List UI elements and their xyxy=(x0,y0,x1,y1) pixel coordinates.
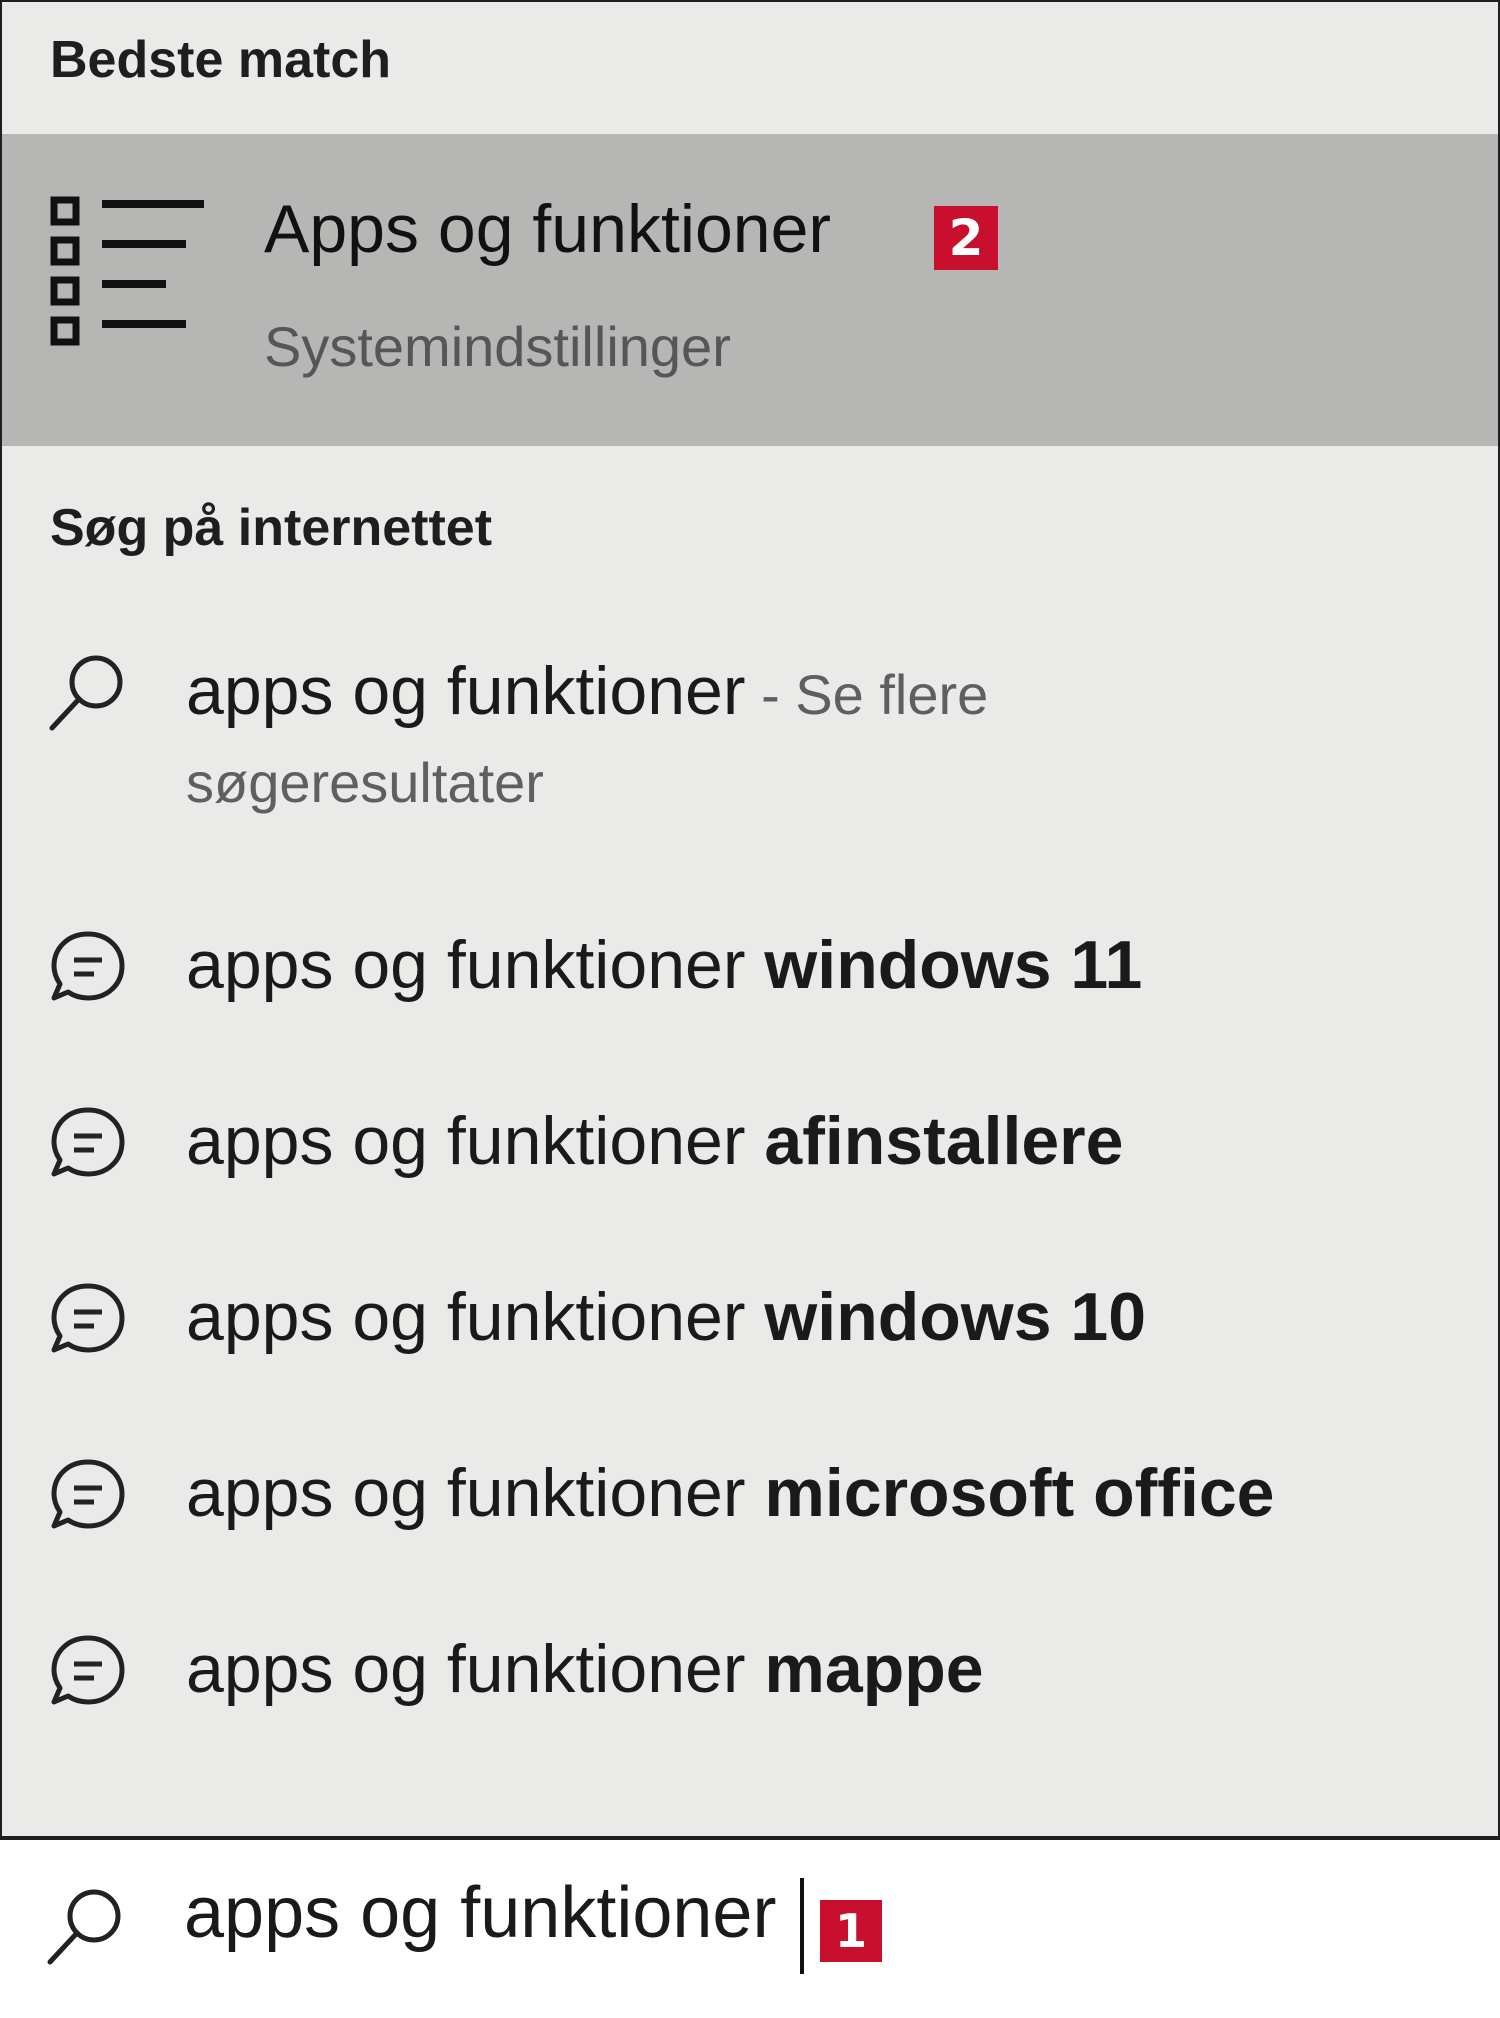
suggestion-bold: windows 10 xyxy=(764,1279,1147,1355)
best-match-item[interactable]: Apps og funktioner 2 Systemindstillinger xyxy=(2,134,1498,446)
suggestion-item[interactable]: apps og funktioner windows 10 xyxy=(2,1254,1498,1374)
step-marker-2: 2 xyxy=(934,206,998,270)
suggestion-text: apps og funktioner windows 11 xyxy=(186,926,1142,1004)
best-match-title: Apps og funktioner xyxy=(264,191,832,267)
suggestion-text: apps og funktioner mappe xyxy=(186,1630,984,1708)
suggestion-text: apps og funktioner microsoft office xyxy=(186,1454,1274,1532)
search-results-panel: Bedste match Apps og funktioner 2 System… xyxy=(0,0,1500,2018)
suggestion-bold: microsoft office xyxy=(764,1455,1275,1531)
chat-bubble-icon xyxy=(51,1283,125,1353)
text-caret xyxy=(800,1878,804,1974)
chat-bubble-icon xyxy=(51,931,125,1001)
suggestion-bold: afinstallere xyxy=(764,1103,1124,1179)
suggestion-item[interactable]: apps og funktioner windows 11 xyxy=(2,902,1498,1022)
step-marker-1: 1 xyxy=(820,1900,882,1962)
suggestion-item[interactable]: apps og funktioner mappe xyxy=(2,1606,1498,1726)
chat-bubble-icon xyxy=(51,1459,125,1529)
chat-bubble-icon xyxy=(51,1635,125,1705)
web-search-heading: Søg på internettet xyxy=(50,499,493,557)
suggestion-item[interactable]: apps og funktioner microsoft office xyxy=(2,1430,1498,1550)
suggestion-prefix: apps og funktioner xyxy=(186,1279,765,1355)
search-input[interactable] xyxy=(184,1872,804,1954)
web-result-continuation: søgeresultater xyxy=(186,751,544,814)
suggestion-prefix: apps og funktioner xyxy=(186,927,765,1003)
chat-bubble-icon xyxy=(51,1107,125,1177)
web-result-suffix: - Se flere xyxy=(745,663,989,726)
best-match-subtitle: Systemindstillinger xyxy=(264,315,731,378)
search-icon xyxy=(47,1889,121,1965)
suggestion-prefix: apps og funktioner xyxy=(186,1455,765,1531)
web-result-more[interactable]: apps og funktioner - Se flere søgeresult… xyxy=(2,642,1498,842)
search-icon xyxy=(49,655,123,731)
suggestion-prefix: apps og funktioner xyxy=(186,1103,765,1179)
web-result-query: apps og funktioner xyxy=(186,653,746,729)
web-result-text: apps og funktioner - Se flere xyxy=(186,652,988,730)
suggestion-bold: mappe xyxy=(764,1631,984,1707)
search-bar[interactable]: 1 xyxy=(0,1836,1500,2018)
best-match-heading: Bedste match xyxy=(50,31,391,89)
suggestion-bold: windows 11 xyxy=(764,927,1143,1003)
list-settings-icon xyxy=(50,196,204,346)
suggestion-prefix: apps og funktioner xyxy=(186,1631,765,1707)
suggestion-text: apps og funktioner windows 10 xyxy=(186,1278,1146,1356)
suggestion-text: apps og funktioner afinstallere xyxy=(186,1102,1123,1180)
suggestion-item[interactable]: apps og funktioner afinstallere xyxy=(2,1078,1498,1198)
